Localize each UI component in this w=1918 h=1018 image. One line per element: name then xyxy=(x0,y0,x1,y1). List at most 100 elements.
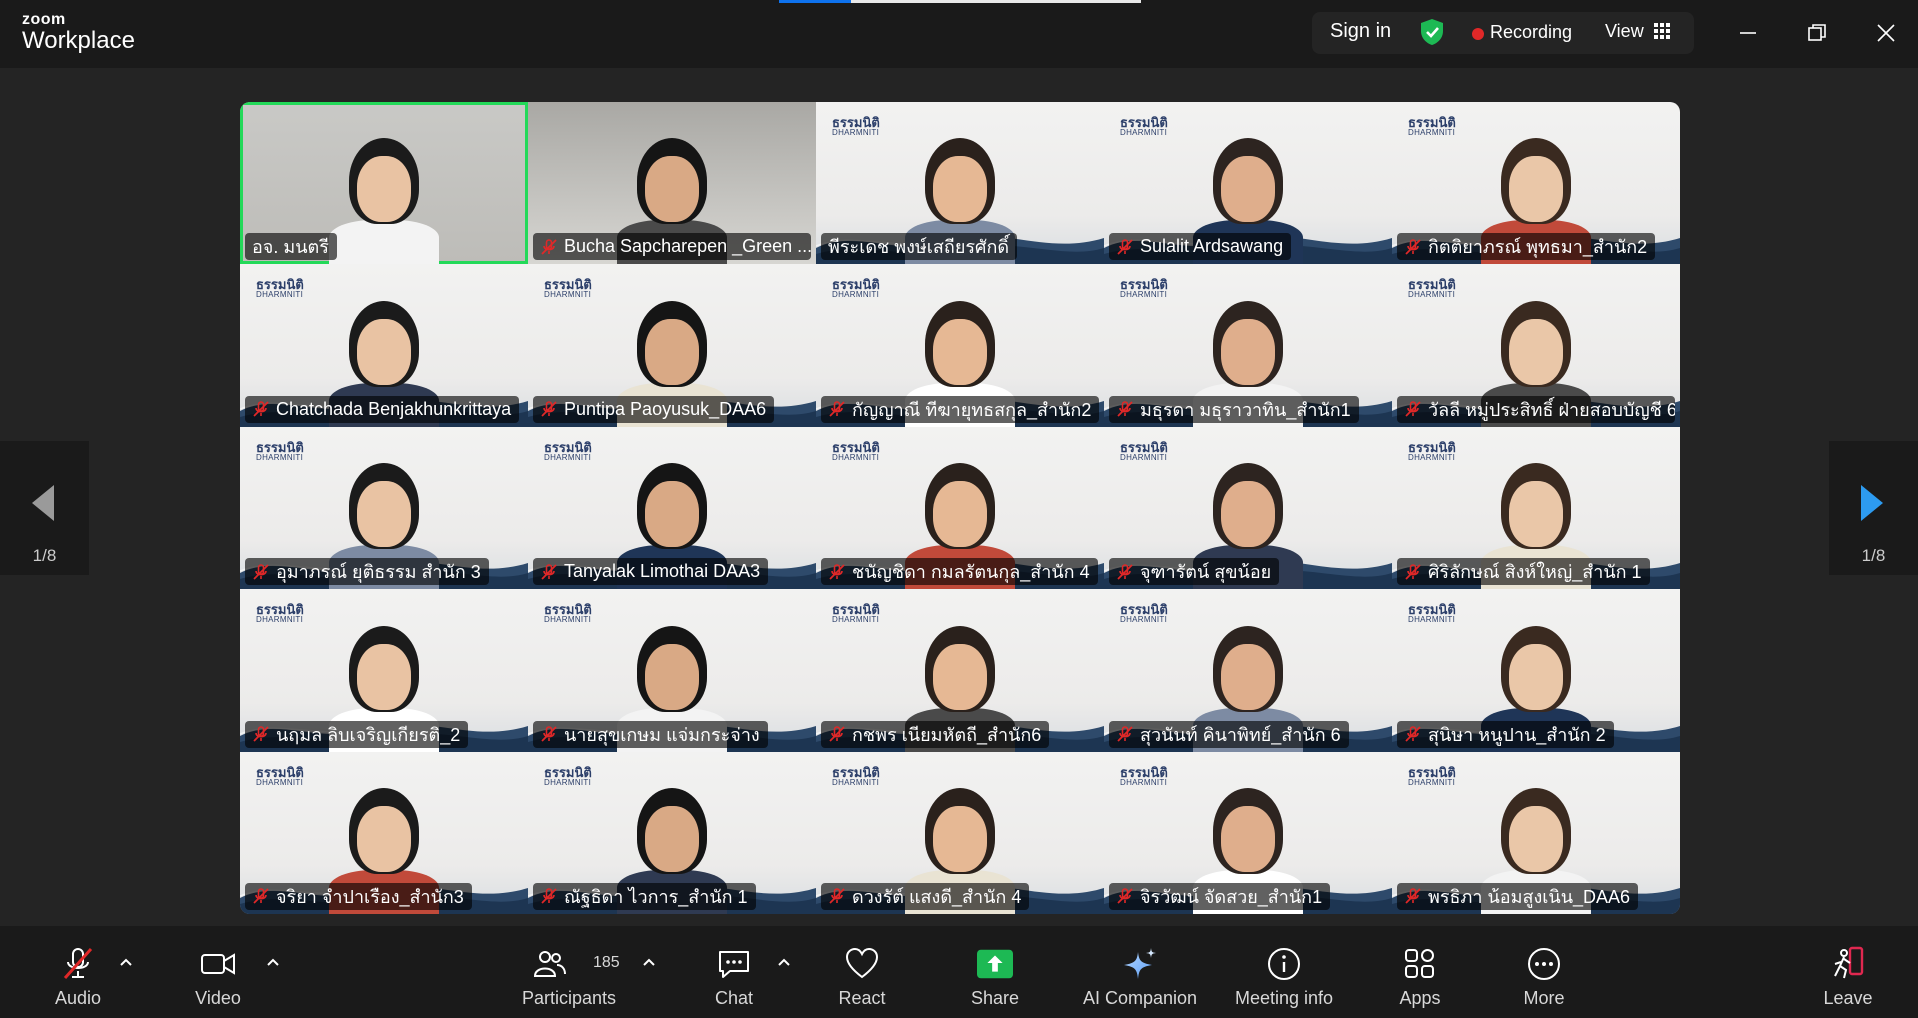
page-indicator-left: 1/8 xyxy=(32,546,57,565)
participant-name-label: วัลลี หมู่ประสิทธิ์ ฝ่ายสอบบัญชี 6 xyxy=(1397,395,1675,423)
participant-tile[interactable]: ธรรมนิติ DHARMNITI อุมาภรณ์ ยุติธรรม สำนัก… xyxy=(240,426,528,590)
participant-tile[interactable]: ธรรมนิติ DHARMNITI จริยา จำปาเรือง_สำนัก3 xyxy=(240,751,528,914)
participant-tile[interactable]: ธรรมนิติ DHARMNITI จิรวัฒน์ จัดสวย_สำนัก1 xyxy=(1104,751,1392,914)
participant-tile[interactable]: Bucha Sapcharepen _Green ... xyxy=(528,102,816,265)
brand-eng: DHARMNITI xyxy=(544,452,592,462)
audio-button[interactable]: Audio xyxy=(50,926,106,1018)
participant-tile[interactable]: ธรรมนิติ DHARMNITI ณัฐธิดา ไวการ_สำนัก 1 xyxy=(528,751,816,914)
ai-companion-button[interactable]: AI Companion xyxy=(1080,926,1200,1018)
participant-tile[interactable]: ธรรมนิติ DHARMNITI สุวนันท์ คินาพิทย์_สำนั… xyxy=(1104,589,1392,752)
muted-microphone-icon xyxy=(541,726,557,742)
restore-icon[interactable] xyxy=(1802,18,1832,48)
participant-tile[interactable]: ธรรมนิติ DHARMNITI สุนิษา หนูปาน_สำนัก 2 xyxy=(1392,589,1680,752)
participant-name: Sulalit Ardsawang xyxy=(1140,236,1284,257)
meeting-info-button[interactable]: Meeting info xyxy=(1228,926,1340,1018)
encryption-shield-icon[interactable] xyxy=(1419,18,1445,46)
participant-tile[interactable]: ธรรมนิติ DHARMNITI Tanyalak Limothai DAA3 xyxy=(528,426,816,590)
apps-button[interactable]: Apps xyxy=(1388,926,1452,1018)
participant-tile[interactable]: ธรรมนิติ DHARMNITI กิตติยาภรณ์ พุทธมา_สำนั… xyxy=(1392,102,1680,265)
participant-tile[interactable]: ธรรมนิติ DHARMNITI พีระเดช พงษ์เสถียรศักดิ… xyxy=(816,102,1104,265)
muted-microphone-icon xyxy=(1117,401,1133,417)
video-label: Video xyxy=(195,988,241,1008)
participant-name-label: ชนัญชิดา กมลรัตนกุล_สำนัก 4 xyxy=(821,558,1098,586)
dharmniti-logo: ธรรมนิติ DHARMNITI xyxy=(832,278,880,299)
participant-tile[interactable]: ธรรมนิติ DHARMNITI Puntipa Paoyusuk_DAA6 xyxy=(528,264,816,427)
brand-thai: ธรรมนิติ xyxy=(1120,764,1168,780)
audio-options-caret-icon[interactable] xyxy=(118,955,134,971)
participant-name: จริยา จำปาเรือง_สำนัก3 xyxy=(276,886,464,907)
participant-name-label: Tanyalak Limothai DAA3 xyxy=(533,558,769,586)
brand-eng: DHARMNITI xyxy=(1408,615,1456,625)
participant-tile[interactable]: ธรรมนิติ DHARMNITI กัญญาณี ทีฆายุทธสกุล_สำ… xyxy=(816,264,1104,427)
brand-eng: DHARMNITI xyxy=(832,290,880,300)
participants-icon xyxy=(533,951,566,977)
apps-label: Apps xyxy=(1399,988,1441,1008)
dharmniti-logo: ธรรมนิติ DHARMNITI xyxy=(256,278,304,299)
close-icon[interactable] xyxy=(1871,18,1901,48)
previous-page-button[interactable]: 1/8 xyxy=(0,441,89,575)
participant-name: ชนัญชิดา กมลรัตนกุล_สำนัก 4 xyxy=(852,562,1090,583)
brand-eng: DHARMNITI xyxy=(256,452,304,462)
dharmniti-logo: ธรรมนิติ DHARMNITI xyxy=(544,441,592,462)
participant-name: ณัฐธิดา ไวการ_สำนัก 1 xyxy=(564,886,748,907)
arrow-right-icon xyxy=(1861,485,1883,521)
logo-brand: zoom xyxy=(22,11,66,28)
recording-indicator[interactable]: Recording xyxy=(1490,22,1572,43)
chat-options-caret-icon[interactable] xyxy=(776,955,792,971)
participant-tile[interactable]: ธรรมนิติ DHARMNITI กชพร เนียมหัตถี_สำนัก6 xyxy=(816,589,1104,752)
muted-microphone-icon xyxy=(541,401,557,417)
zoom-logo: zoom Workplace xyxy=(22,12,135,53)
muted-microphone-icon xyxy=(541,239,557,255)
muted-microphone-icon xyxy=(253,726,269,742)
participant-name-label: ศิริลักษณ์ สิงห์ใหญ่_สำนัก 1 xyxy=(1397,558,1650,586)
dharmniti-logo: ธรรมนิติ DHARMNITI xyxy=(1408,766,1456,787)
dharmniti-logo: ธรรมนิติ DHARMNITI xyxy=(256,603,304,624)
participant-tile[interactable]: ธรรมนิติ DHARMNITI Chatchada Benjakhunkrit… xyxy=(240,264,528,427)
brand-eng: DHARMNITI xyxy=(544,615,592,625)
participant-tile[interactable]: ธรรมนิติ DHARMNITI นฤมล ลิบเจริญเกียรติ_2 xyxy=(240,589,528,752)
participant-name: กิตติยาภรณ์ พุทธมา_สำนัก2 xyxy=(1428,237,1648,258)
participant-name-label: กชพร เนียมหัตถี_สำนัก6 xyxy=(821,720,1050,748)
participants-button[interactable]: Participants xyxy=(518,926,620,1018)
leave-button[interactable]: Leave xyxy=(1816,926,1880,1018)
video-button[interactable]: Video xyxy=(190,926,246,1018)
muted-microphone-icon xyxy=(829,401,845,417)
leave-icon xyxy=(1834,946,1864,979)
participant-tile[interactable]: ธรรมนิติ DHARMNITI ชนัญชิดา กมลรัตนกุล_สำน… xyxy=(816,426,1104,590)
more-button[interactable]: More xyxy=(1512,926,1576,1018)
participant-name-label: พรธิภา น้อมสูงเนิน_DAA6 xyxy=(1397,882,1639,910)
grid-view-icon[interactable] xyxy=(1654,23,1670,39)
participant-name: Chatchada Benjakhunkrittaya xyxy=(276,398,512,419)
participant-tile[interactable]: ธรรมนิติ DHARMNITI นายสุขเกษม แจ่มกระจ่าง xyxy=(528,589,816,752)
view-button[interactable]: View xyxy=(1605,21,1644,42)
dharmniti-logo: ธรรมนิติ DHARMNITI xyxy=(1120,603,1168,624)
react-label: React xyxy=(838,988,886,1008)
participant-name: สุวนันท์ คินาพิทย์_สำนัก 6 xyxy=(1140,724,1341,745)
ai-sparkle-icon xyxy=(1124,948,1156,979)
page-indicator-right: 1/8 xyxy=(1861,546,1886,565)
participant-tile[interactable]: ธรรมนิติ DHARMNITI พรธิภา น้อมสูงเนิน_DAA6 xyxy=(1392,751,1680,914)
react-button[interactable]: React xyxy=(830,926,894,1018)
participant-tile[interactable]: ธรรมนิติ DHARMNITI มธุรดา มธุราวาทิน_สำนัก… xyxy=(1104,264,1392,427)
dharmniti-logo: ธรรมนิติ DHARMNITI xyxy=(1408,278,1456,299)
meeting-info-label: Meeting info xyxy=(1234,988,1334,1008)
chat-button[interactable]: Chat xyxy=(702,926,766,1018)
participant-tile[interactable]: ธรรมนิติ DHARMNITI Sulalit Ardsawang xyxy=(1104,102,1392,265)
participant-tile[interactable]: ธรรมนิติ DHARMNITI ดวงรัต์ แสงดี_สำนัก 4 xyxy=(816,751,1104,914)
participant-tile[interactable]: ธรรมนิติ DHARMNITI ศิริลักษณ์ สิงห์ใหญ่_สำ… xyxy=(1392,426,1680,590)
minimize-icon[interactable] xyxy=(1733,18,1763,48)
sign-in-button[interactable]: Sign in xyxy=(1330,20,1391,43)
next-page-button[interactable]: 1/8 xyxy=(1829,441,1918,575)
video-options-caret-icon[interactable] xyxy=(265,955,281,971)
participant-video-silhouette xyxy=(319,136,449,265)
participant-tile[interactable]: อจ. มนตรี xyxy=(240,102,528,265)
brand-eng: DHARMNITI xyxy=(1120,290,1168,300)
participants-options-caret-icon[interactable] xyxy=(641,955,657,971)
participant-tile[interactable]: ธรรมนิติ DHARMNITI วัลลี หมู่ประสิทธิ์ ฝ่า… xyxy=(1392,264,1680,427)
meeting-toolbar xyxy=(0,926,1918,1018)
dharmniti-logo: ธรรมนิติ DHARMNITI xyxy=(832,766,880,787)
share-button[interactable]: Share xyxy=(963,926,1027,1018)
participant-tile[interactable]: ธรรมนิติ DHARMNITI จุฑารัตน์ สุขน้อย xyxy=(1104,426,1392,590)
participant-name: จิรวัฒน์ จัดสวย_สำนัก1 xyxy=(1140,886,1323,907)
brand-eng: DHARMNITI xyxy=(1120,777,1168,787)
